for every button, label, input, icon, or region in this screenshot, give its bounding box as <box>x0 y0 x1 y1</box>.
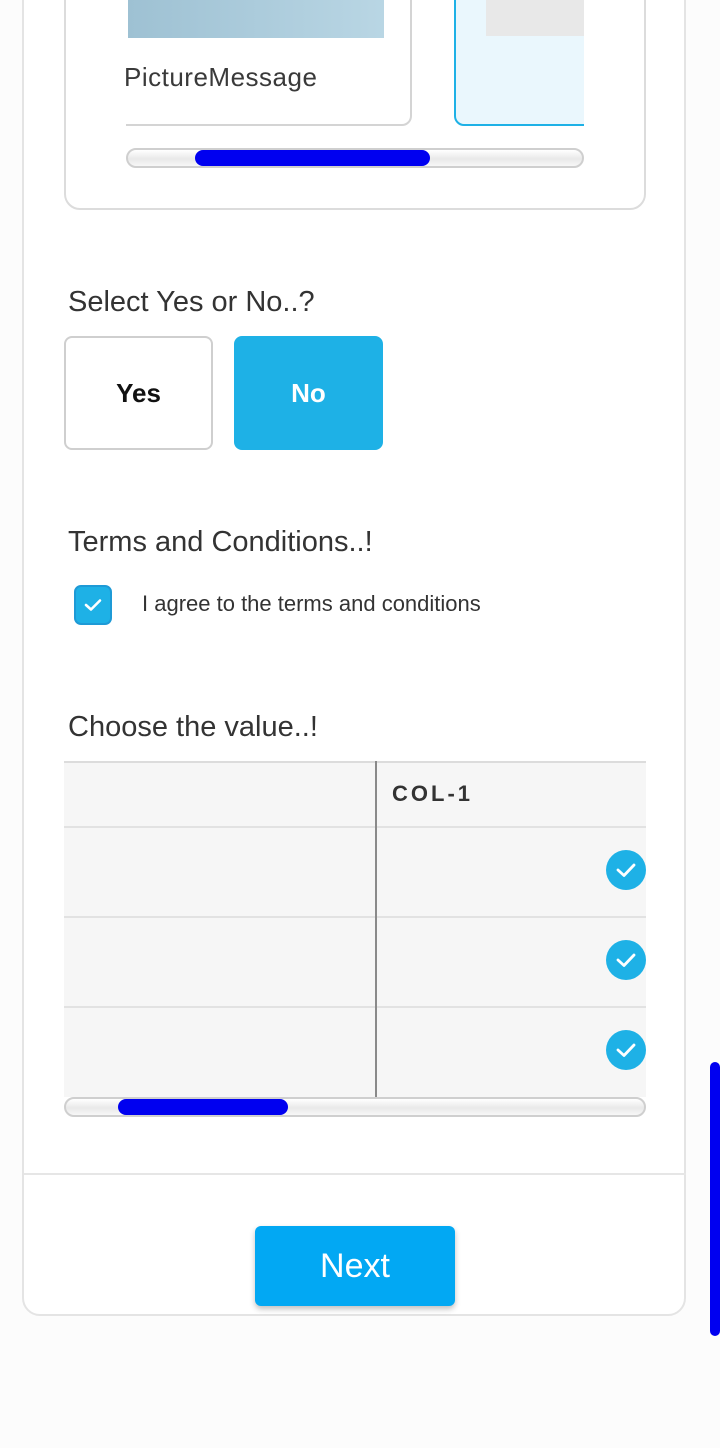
selected-message-thumbnail <box>486 0 584 36</box>
picture-message-label: PictureMessage <box>126 62 318 92</box>
matrix-grid: COL-1 <box>64 761 646 1097</box>
column-divider <box>375 761 377 1097</box>
table-row <box>64 828 646 918</box>
check-icon <box>616 1043 636 1057</box>
terms-checkbox[interactable] <box>74 585 112 625</box>
row-1-col-1-radio[interactable] <box>606 850 646 890</box>
matrix-scrollbar-thumb[interactable] <box>118 1099 288 1115</box>
page-scrollbar-thumb[interactable] <box>710 1062 720 1336</box>
selected-message-card[interactable] <box>454 0 584 126</box>
table-row <box>64 918 646 1008</box>
column-header-col-1: COL-1 <box>392 781 473 806</box>
picture-message-card[interactable]: PictureMessage <box>126 0 412 126</box>
checkmark-icon <box>84 599 102 611</box>
no-option-button[interactable]: No <box>234 336 383 450</box>
carousel-scrollbar-thumb[interactable] <box>195 150 430 166</box>
table-row <box>64 1008 646 1097</box>
yes-option-button[interactable]: Yes <box>64 336 213 450</box>
terms-checkbox-label: I agree to the terms and conditions <box>142 591 481 616</box>
check-icon <box>616 863 636 877</box>
picture-message-thumbnail <box>128 0 384 38</box>
check-icon <box>616 953 636 967</box>
yes-no-question: Select Yes or No..? <box>68 286 315 318</box>
row-2-col-1-radio[interactable] <box>606 940 646 980</box>
row-3-col-1-radio[interactable] <box>606 1030 646 1070</box>
matrix-scrollbar[interactable] <box>64 1097 646 1117</box>
grid-header-row: COL-1 <box>64 761 646 828</box>
matrix-question: Choose the value..! <box>68 711 318 743</box>
terms-title: Terms and Conditions..! <box>68 526 373 558</box>
next-button[interactable]: Next <box>255 1226 455 1306</box>
footer-divider <box>24 1173 686 1175</box>
carousel-scrollbar[interactable] <box>126 148 584 168</box>
carousel-viewport[interactable]: PictureMessage <box>126 0 584 130</box>
